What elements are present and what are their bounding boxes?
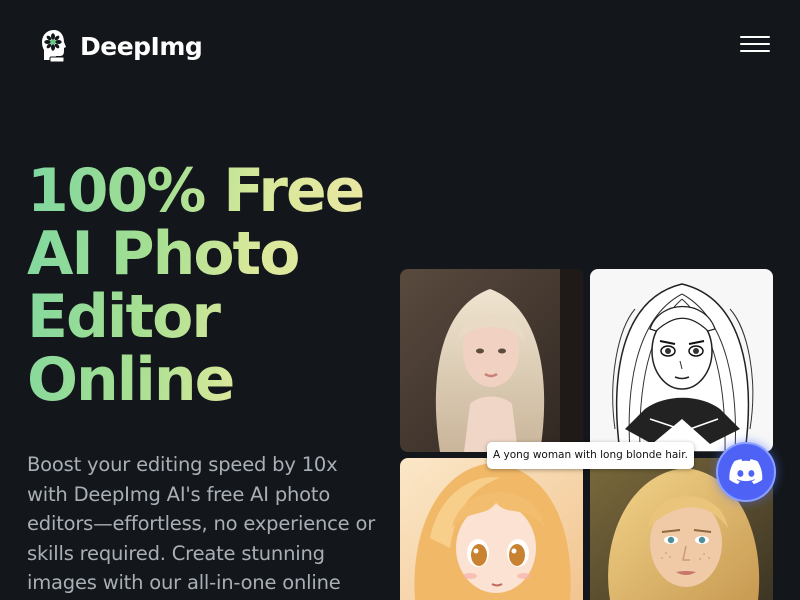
hero-title-line-2: AI Photo (27, 219, 299, 289)
brand-name: DeepImg (80, 31, 203, 61)
brand-logo[interactable]: DeepImg (40, 28, 203, 64)
hamburger-menu-icon (740, 36, 770, 38)
anime-girl-portrait (400, 458, 583, 600)
hero-title-line-3: Editor (27, 282, 219, 352)
menu-button[interactable] (738, 34, 772, 56)
hero-title: 100% Free AI Photo Editor Online (27, 160, 387, 412)
manga-sketch-woman (590, 269, 773, 452)
page: DeepImg 100% Free AI Photo Editor Online… (0, 0, 800, 600)
site-header: DeepImg (0, 0, 800, 92)
blonde-woman-photo (400, 269, 583, 452)
head-flower-logo-icon (42, 30, 66, 63)
hero-title-line-1: 100% Free (27, 156, 364, 226)
prompt-label: A yong woman with long blonde hair. (487, 442, 694, 469)
discord-button[interactable] (716, 442, 776, 502)
hero-title-line-4: Online (27, 345, 234, 415)
hero-subtitle: Boost your editing speed by 10x with Dee… (27, 453, 376, 594)
discord-icon (729, 459, 763, 485)
